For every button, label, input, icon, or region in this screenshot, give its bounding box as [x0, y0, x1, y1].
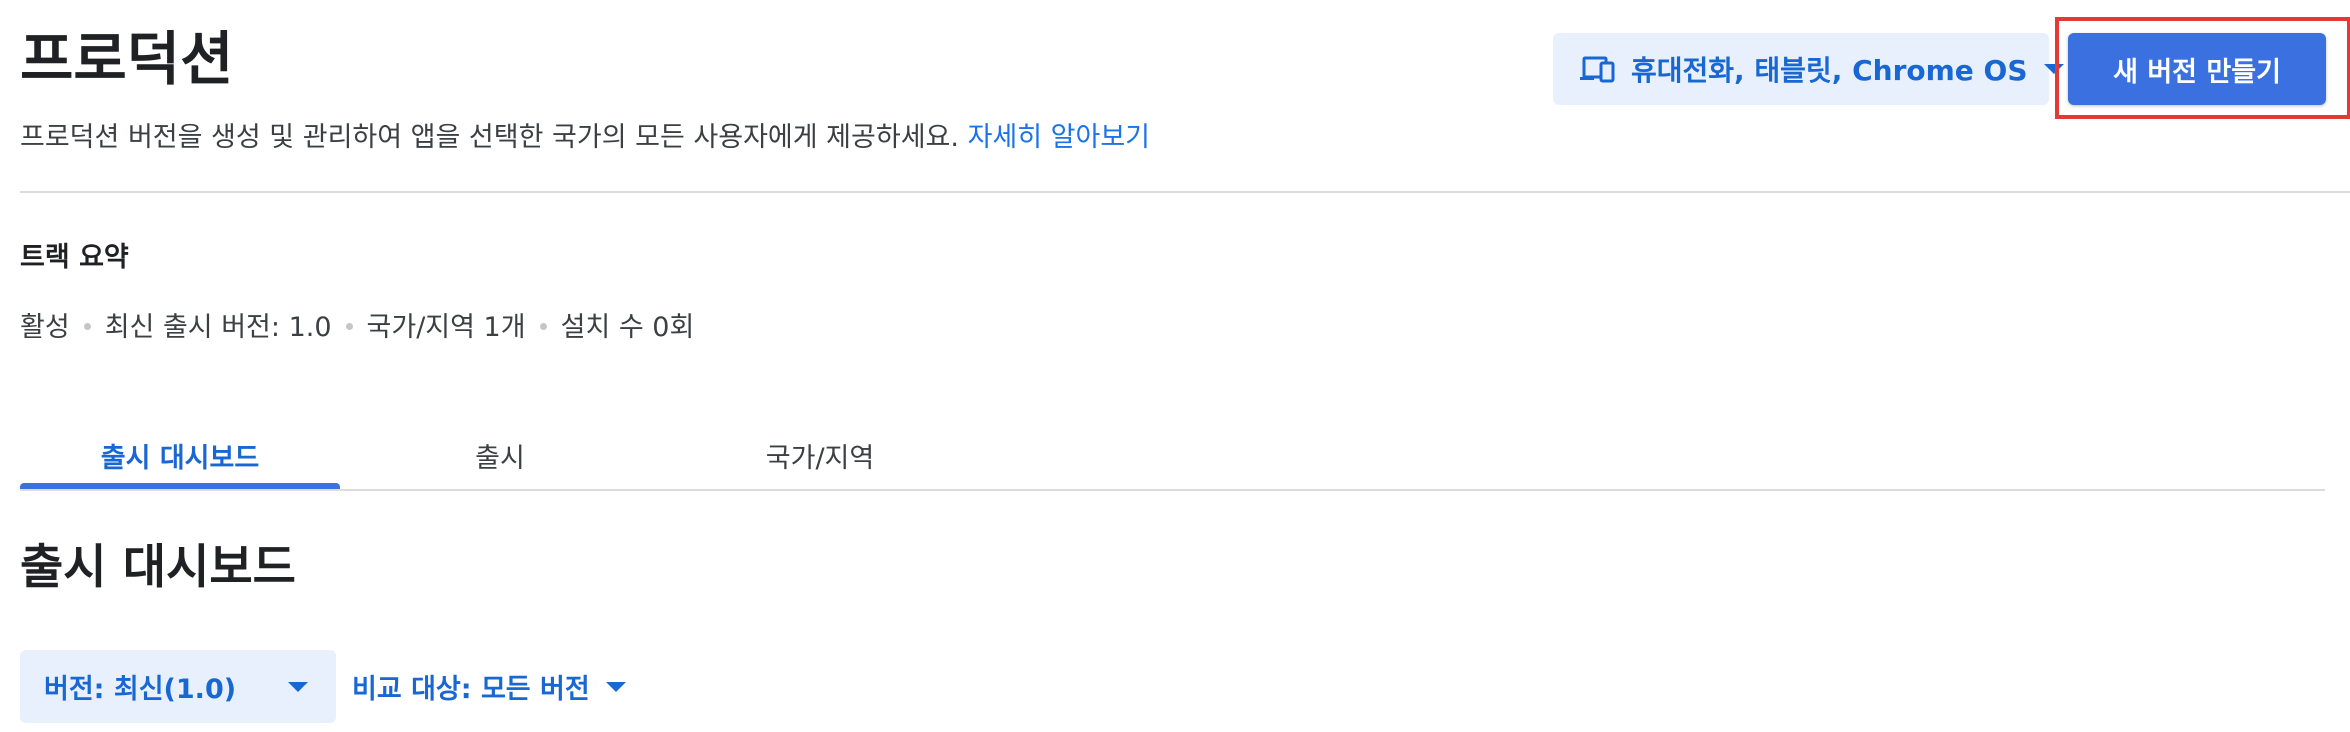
- separator-dot: [539, 322, 547, 330]
- learn-more-link[interactable]: 자세히 알아보기: [968, 122, 1150, 153]
- version-filter-label: 버전: 최신(1.0): [44, 674, 237, 705]
- compare-filter-dropdown[interactable]: 비교 대상: 모든 버전: [352, 650, 626, 723]
- separator-dot: [83, 322, 91, 330]
- separator-dot: [345, 322, 353, 330]
- page-description: 프로덕션 버전을 생성 및 관리하여 앱을 선택한 국가의 모든 사용자에게 제…: [20, 116, 1150, 160]
- chevron-down-icon: [288, 681, 308, 692]
- track-summary-heading: 트랙 요약: [20, 242, 129, 273]
- create-release-button[interactable]: 새 버전 만들기: [2068, 33, 2326, 105]
- tab-release-dashboard[interactable]: 출시 대시보드: [20, 420, 340, 490]
- page-title: 프로덕션: [20, 25, 234, 93]
- tab-divider: [20, 489, 2325, 491]
- tab-countries[interactable]: 국가/지역: [660, 420, 980, 490]
- compare-filter-label: 비교 대상: 모든 버전: [352, 674, 590, 705]
- dashboard-heading: 출시 대시보드: [20, 540, 296, 595]
- version-filter-dropdown[interactable]: 버전: 최신(1.0): [20, 650, 336, 723]
- device-type-dropdown[interactable]: 휴대전화, 태블릿, Chrome OS: [1553, 33, 2064, 105]
- latest-release: 최신 출시 버전: 1.0: [104, 311, 332, 343]
- chevron-down-icon: [605, 681, 626, 692]
- devices-icon: [1580, 56, 1615, 83]
- track-status: 활성: [20, 311, 70, 343]
- tab-bar: 출시 대시보드 출시 국가/지역: [20, 420, 980, 490]
- device-type-label: 휴대전화, 태블릿, Chrome OS: [1631, 54, 2028, 87]
- description-text: 프로덕션 버전을 생성 및 관리하여 앱을 선택한 국가의 모든 사용자에게 제…: [20, 122, 959, 153]
- tab-releases[interactable]: 출시: [340, 420, 660, 490]
- track-summary-stats: 활성 최신 출시 버전: 1.0 국가/지역 1개 설치 수 0회: [20, 304, 694, 344]
- country-count: 국가/지역 1개: [366, 311, 526, 343]
- install-count: 설치 수 0회: [560, 311, 695, 343]
- divider: [20, 191, 2350, 193]
